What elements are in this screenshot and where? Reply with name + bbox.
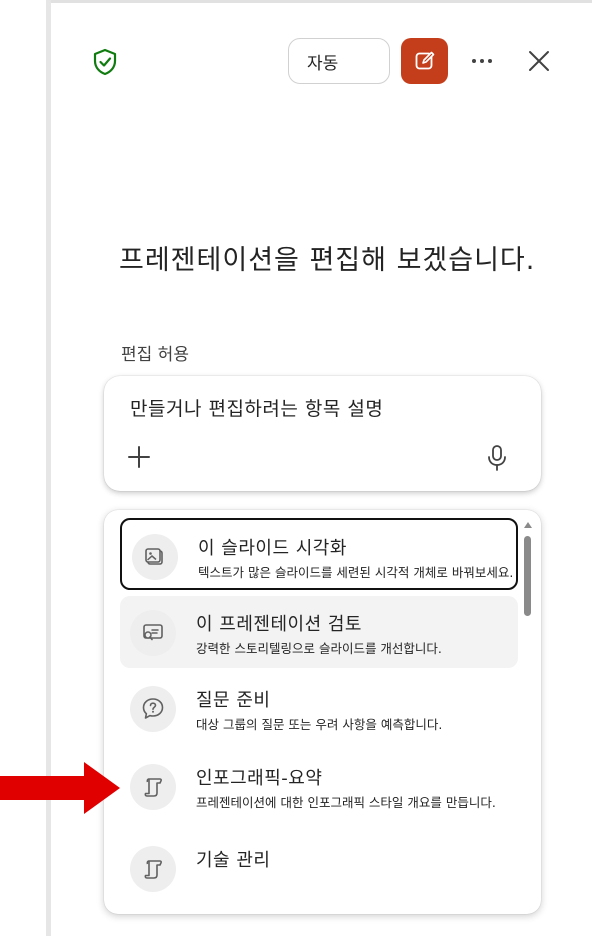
menu-item-visualize-slide[interactable]: 이 슬라이드 시각화 텍스트가 많은 슬라이드를 세련된 시각적 개체로 바꿔보… [120, 518, 518, 590]
menu-item-skill-management[interactable]: 기술 관리 [120, 832, 518, 904]
menu-item-title: 이 프레젠테이션 검토 [196, 614, 362, 635]
scroll-icon [130, 764, 176, 810]
menu-item-description: 텍스트가 많은 슬라이드를 세련된 시각적 개체로 바꿔보세요. [198, 565, 514, 580]
menu-item-infographic-summary[interactable]: 인포그래픽-요약 프레젠테이션에 대한 인포그래픽 스타일 개요를 만듭니다. [120, 750, 518, 822]
close-button[interactable] [522, 44, 556, 78]
top-border [51, 0, 592, 3]
menu-item-title: 이 슬라이드 시각화 [198, 538, 347, 559]
menu-item-prepare-questions[interactable]: 질문 준비 대상 그룹의 질문 또는 우려 사항을 예측합니다. [120, 672, 518, 744]
more-options-button[interactable] [464, 46, 500, 76]
mode-dropdown-button[interactable]: 자동 [288, 38, 390, 84]
page-title: 프레젠테이션을 편집해 보겠습니다. [119, 245, 536, 276]
compose-icon [415, 51, 434, 70]
microphone-icon [488, 445, 506, 471]
review-slide-icon [130, 610, 176, 656]
more-dot-icon [472, 59, 476, 63]
question-chat-icon [130, 686, 176, 732]
more-dot-icon [480, 59, 484, 63]
image-slide-icon [132, 534, 178, 580]
scrollbar-thumb[interactable] [524, 536, 531, 616]
menu-item-description: 대상 그룹의 질문 또는 우려 사항을 예측합니다. [196, 717, 443, 732]
menu-item-title: 인포그래픽-요약 [196, 768, 323, 789]
microphone-button[interactable] [486, 444, 508, 472]
prompt-input-box[interactable]: 만들거나 편집하려는 항목 설명 [104, 376, 541, 491]
add-attachment-button[interactable] [126, 444, 152, 470]
scroll-icon [130, 846, 176, 892]
scroll-up-arrow-icon[interactable] [524, 522, 532, 528]
suggestions-menu: 이 슬라이드 시각화 텍스트가 많은 슬라이드를 세련된 시각적 개체로 바꿔보… [104, 510, 541, 914]
new-chat-button[interactable] [401, 38, 448, 84]
plus-icon [128, 446, 150, 468]
prompt-input[interactable]: 만들거나 편집하려는 항목 설명 [130, 394, 383, 421]
edit-permission-label: 편집 허용 [121, 345, 189, 365]
menu-item-title: 질문 준비 [196, 690, 271, 711]
menu-item-review-presentation[interactable]: 이 프레젠테이션 검토 강력한 스토리텔링으로 슬라이드를 개선합니다. [120, 596, 518, 668]
menu-item-title: 기술 관리 [196, 850, 271, 871]
more-dot-icon [488, 59, 492, 63]
menu-item-description: 강력한 스토리텔링으로 슬라이드를 개선합니다. [196, 641, 442, 656]
red-arrow-annotation-icon [0, 762, 120, 814]
close-icon [529, 51, 549, 71]
menu-item-description: 프레젠테이션에 대한 인포그래픽 스타일 개요를 만듭니다. [196, 795, 496, 810]
mode-label: 자동 [307, 53, 339, 74]
shield-check-icon[interactable] [92, 48, 118, 76]
